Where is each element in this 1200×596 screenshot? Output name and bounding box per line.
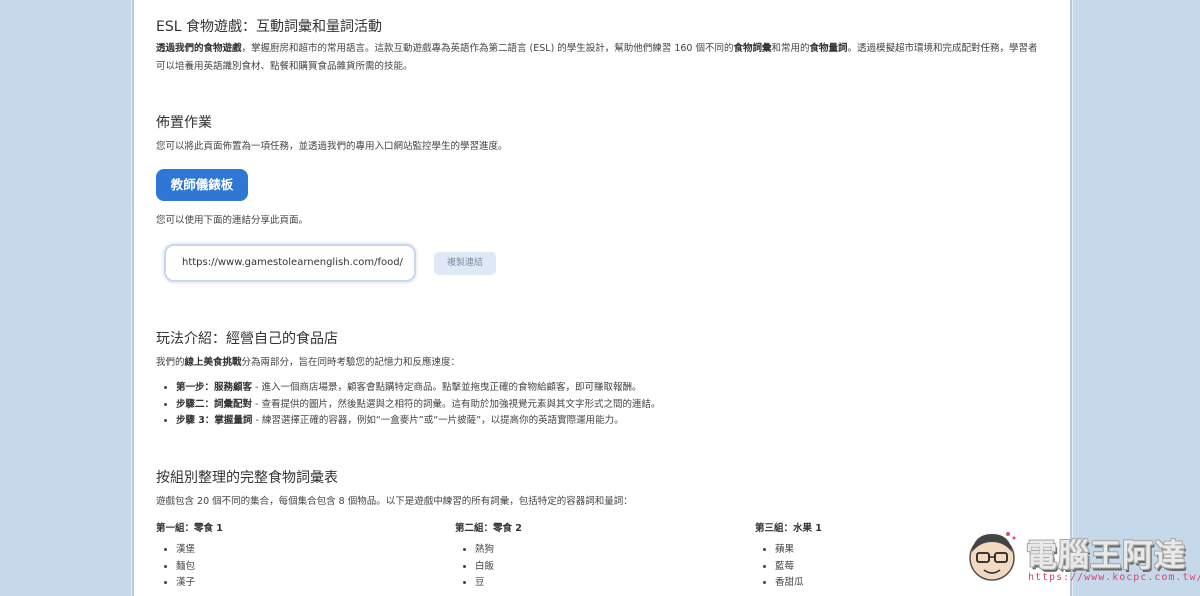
how-to-play-intro: 我們的線上美食挑戰分為兩部分，旨在同時考驗您的記憶力和反應速度： [156, 354, 460, 372]
vocab-group-1: 第一組：零食 1 漢堡 麵包 漢子 [156, 520, 436, 592]
section-title-how-to-play: 玩法介紹：經營自己的食品店 [156, 331, 338, 347]
content-page: ESL 食物遊戲：互動詞彙和量詞活動 透過我們的食物遊戲，掌握廚房和超市的常用語… [132, 0, 1072, 596]
watermark-text: 電腦王阿達 [1026, 538, 1186, 574]
list-item-step-1: 第一步：服務顧客 - 進入一個商店場景，顧客會點購特定商品。點擊並拖曳正確的食物… [176, 380, 661, 397]
step-1-bold: 第一步：服務顧客 [176, 382, 253, 393]
section-title-esl-food-game: ESL 食物遊戲：互動詞彙和量詞活動 [156, 19, 382, 35]
steps-list: 第一步：服務顧客 - 進入一個商店場景，顧客會點購特定商品。點擊並拖曳正確的食物… [156, 380, 661, 430]
intro-bold: 透過我們的食物遊戲 [156, 43, 242, 54]
vocab-group-1-title: 第一組：零食 1 [156, 523, 223, 534]
list-item-step-2: 步驟二：詞彙配對 - 查看提供的圖片，然後點選與之相符的詞彙。這有助於加強視覺元… [176, 397, 661, 414]
how-to-play-prefix: 我們的 [156, 357, 185, 368]
list-item: 白飯 [475, 559, 735, 576]
step-2-text: - 查看提供的圖片，然後點選與之相符的詞彙。這有助於加強視覺元素與其文字形式之間… [252, 398, 661, 410]
vocab-list-description: 遊戲包含 20 個不同的集合，每個集合包含 8 個物品。以下是遊戲中練習的所有詞… [156, 496, 633, 507]
vocab-group-1-list: 漢堡 麵包 漢子 [156, 542, 436, 592]
step-3-text: - 練習選擇正確的容器，例如“一盒麥片”或“一片披薩”，以提高你的英語實際運用能… [252, 415, 624, 426]
list-item: 熱狗 [475, 542, 735, 559]
how-to-play-bold: 線上美食挑戰 [184, 357, 242, 368]
step-1-text: - 進入一個商店場景，顧客會點購特定商品。點擊並拖曳正確的食物給顧客，即可賺取報… [252, 382, 642, 393]
vocab-group-2-title: 第二組：零食 2 [455, 523, 522, 534]
section-title-assign: 佈置作業 [156, 115, 212, 131]
list-item: 豆 [475, 575, 735, 592]
mascot-face-icon [969, 532, 1016, 581]
assign-description: 您可以將此頁面佈置為一項任務，並透過我們的專用入口網站監控學生的學習進度。 [156, 141, 508, 152]
list-item: 漢堡 [176, 542, 436, 559]
list-item: 麵包 [176, 559, 436, 576]
intro-bold-vocab: 食物詞彙 [733, 43, 772, 54]
step-3-bold: 步驟 3：掌握量詞 [176, 415, 253, 426]
vocab-group-2: 第二組：零食 2 熱狗 白飯 豆 [455, 520, 735, 592]
section-title-vocab-list: 按組別整理的完整食物詞彙表 [156, 470, 338, 486]
copy-link-button[interactable]: 複製連結 [434, 252, 496, 275]
list-item: 漢子 [176, 575, 436, 592]
intro-text-1: ，掌握廚房和超市的常用語言。這款互動遊戲專為英語作為第二語言 (ESL) 的學生… [241, 43, 734, 54]
intro-text-2: 和常用的 [771, 43, 810, 54]
share-description: 您可以使用下面的連結分享此頁面。 [156, 215, 309, 226]
list-item-step-3: 步驟 3：掌握量詞 - 練習選擇正確的容器，例如“一盒麥片”或“一片披薩”，以提… [176, 413, 661, 430]
how-to-play-suffix: 分為兩部分，旨在同時考驗您的記憶力和反應速度： [241, 357, 461, 368]
intro-bold-measure: 食物量詞 [809, 43, 848, 54]
site-watermark: 電腦王阿達 https://www.kocpc.com.tw/ [960, 520, 1200, 591]
teacher-dashboard-button[interactable]: 教師儀錶板 [156, 169, 248, 201]
step-2-bold: 步驟二：詞彙配對 [176, 398, 253, 410]
section-intro-paragraph: 透過我們的食物遊戲，掌握廚房和超市的常用語言。這款互動遊戲專為英語作為第二語言 … [156, 40, 1042, 76]
share-url-field[interactable]: https://www.gamestolearnenglish.com/food… [164, 244, 416, 282]
watermark-url: https://www.kocpc.com.tw/ [1028, 572, 1200, 583]
vocab-group-2-list: 熱狗 白飯 豆 [455, 542, 735, 592]
